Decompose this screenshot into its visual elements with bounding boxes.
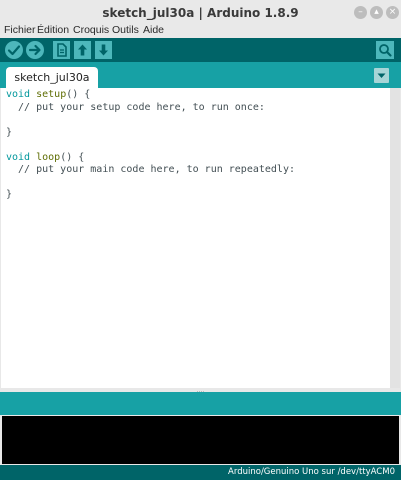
code-token: } — [6, 189, 13, 200]
tab-sketch[interactable]: sketch_jul30a — [6, 67, 98, 88]
new-button[interactable] — [53, 41, 70, 59]
code-line: void setup() { — [6, 89, 295, 102]
code-token: setup — [36, 89, 67, 100]
verify-check-icon — [7, 45, 21, 56]
menu-outils[interactable]: Outils — [112, 24, 139, 36]
code-token: // put your main code here, to run repea… — [6, 164, 295, 175]
code-token: void — [6, 89, 31, 100]
triangle-down-icon — [377, 73, 386, 78]
menu-croquis[interactable]: Croquis — [73, 24, 109, 36]
menu-edition[interactable]: Édition — [37, 24, 69, 36]
board-port-info: Arduino/Genuino Uno sur /dev/ttyACM0 — [228, 467, 395, 477]
minimize-button[interactable]: – — [354, 6, 367, 19]
console-output[interactable] — [2, 416, 399, 464]
open-up-arrow-icon — [78, 44, 87, 56]
save-button[interactable] — [95, 41, 112, 59]
code-token: () { — [66, 89, 91, 100]
code-editor[interactable]: void setup() { // put your setup code he… — [1, 88, 390, 388]
message-area — [0, 392, 401, 415]
code-line: } — [6, 127, 295, 140]
save-down-arrow-icon — [99, 44, 108, 56]
status-bar: Arduino/Genuino Uno sur /dev/ttyACM0 — [0, 465, 401, 480]
editor-scrollbar[interactable] — [390, 88, 400, 388]
serial-monitor-button[interactable] — [376, 41, 394, 59]
close-button[interactable]: × — [386, 6, 399, 19]
upload-button[interactable] — [26, 41, 44, 59]
code-line: // put your main code here, to run repea… — [6, 164, 295, 177]
menu-bar: Fichier Édition Croquis Outils Aide — [0, 24, 401, 38]
menu-fichier[interactable]: Fichier — [4, 24, 36, 36]
tab-menu-button[interactable] — [374, 68, 389, 83]
maximize-button[interactable]: ▴ — [370, 6, 383, 19]
code-token: void — [6, 151, 31, 163]
open-button[interactable] — [74, 41, 91, 59]
title-bar: sketch_jul30a | Arduino 1.8.9 – ▴ × — [0, 0, 401, 26]
code-token: () { — [60, 151, 85, 163]
upload-arrow-icon — [28, 44, 41, 56]
code-line: // put your setup code here, to run once… — [6, 102, 295, 115]
new-file-icon — [57, 43, 67, 57]
code-token: } — [6, 126, 13, 138]
code-text: void setup() { // put your setup code he… — [6, 89, 295, 202]
window-title: sketch_jul30a | Arduino 1.8.9 — [102, 6, 299, 20]
tab-bar: sketch_jul30a — [0, 62, 401, 88]
code-line: void loop() { — [6, 152, 295, 165]
code-token: // put your setup code here, to run once… — [6, 101, 265, 113]
menu-aide[interactable]: Aide — [143, 24, 164, 36]
code-line: } — [6, 189, 295, 202]
magnifier-icon — [379, 44, 392, 57]
verify-button[interactable] — [5, 41, 23, 59]
toolbar — [0, 38, 401, 62]
code-token: loop — [36, 151, 61, 163]
